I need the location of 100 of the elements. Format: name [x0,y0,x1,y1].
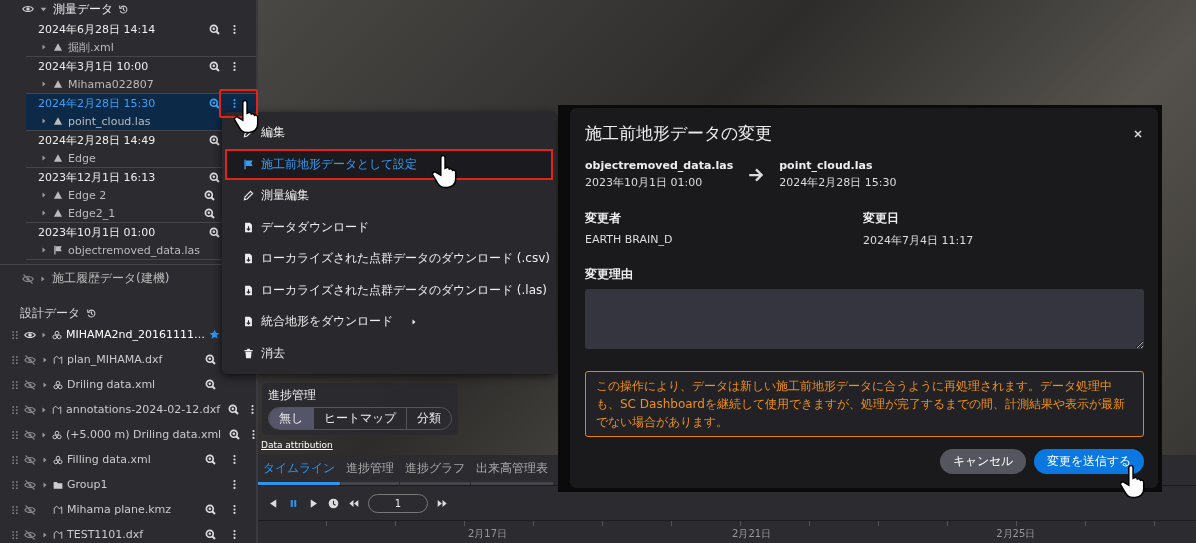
zoom-icon[interactable] [204,354,216,365]
caret-icon[interactable] [40,430,48,439]
design-item[interactable]: Driling data.xml [0,372,256,397]
caret-icon[interactable] [40,480,49,489]
design-item[interactable]: Mihama plane.kmz [0,497,256,522]
menu-item[interactable]: ローカライズされた点群データのダウンロード (.las) [225,274,553,306]
eye-off-icon[interactable] [24,453,36,466]
axis-label: 2月17日 [468,527,508,541]
reverse-play-icon[interactable] [268,497,279,509]
eye-off-icon[interactable] [24,478,36,491]
zoom-icon[interactable] [204,379,216,390]
close-icon[interactable] [1132,127,1144,140]
tab[interactable]: 出来高管理表 [471,455,553,485]
caret-icon[interactable] [40,455,49,464]
play-icon[interactable] [308,497,319,509]
caret-icon[interactable] [40,117,48,125]
history-icon[interactable] [86,307,97,319]
tab[interactable]: 進捗管理 [341,455,399,485]
speed-field[interactable]: 1 [368,493,428,513]
zoom-icon[interactable] [208,23,220,35]
zoom-icon[interactable] [208,97,220,109]
axis-label: 2月25日 [996,527,1036,541]
segment-button[interactable]: ヒートマップ [314,408,407,429]
caret-icon[interactable] [40,530,49,539]
panel-title: 進捗管理 [268,387,317,404]
drag-handle-icon[interactable] [10,404,20,415]
caret-icon[interactable] [40,330,48,339]
drag-handle-icon[interactable] [10,479,20,490]
survey-group[interactable]: 2024年6月28日 14:14 掘削.xml [26,20,256,57]
menu-item[interactable]: 施工前地形データとして設定 [225,148,553,180]
caret-icon[interactable] [40,380,49,389]
eye-off-icon[interactable] [24,428,36,441]
reason-field[interactable] [585,289,1144,349]
drag-handle-icon[interactable] [10,379,20,390]
segment-button[interactable]: 無し [269,408,314,429]
pause-icon[interactable] [288,497,299,509]
history-icon[interactable] [118,3,129,15]
axis-label: 2月21日 [732,527,772,541]
eye-off-icon[interactable] [24,378,36,391]
drag-handle-icon[interactable] [10,354,20,365]
caret-icon[interactable] [40,43,48,51]
design-item[interactable]: Group1 [0,472,256,497]
rewind-icon[interactable] [348,497,359,509]
caret-icon[interactable] [40,209,48,217]
survey-group[interactable]: 2024年2月28日 15:30 point_cloud.las [26,94,256,131]
design-item[interactable]: Filling data.xml [0,447,256,472]
caret-icon[interactable] [40,355,49,364]
design-item[interactable]: annotations-2024-02-12.dxf [0,397,256,422]
star-icon[interactable] [209,329,220,340]
file-date: 2024年2月28日 15:30 [779,175,897,190]
caret-icon[interactable] [40,246,48,254]
zoom-icon[interactable] [208,134,220,146]
eye-off-icon[interactable] [24,403,36,416]
caret-icon[interactable] [39,274,47,283]
eye-off-icon[interactable] [24,353,36,366]
cancel-button[interactable]: キャンセル [940,449,1026,474]
file-name: objectremoved_data.las [68,243,201,257]
caret-icon[interactable] [40,191,48,199]
eye-off-icon[interactable] [22,272,34,285]
drag-handle-icon[interactable] [10,454,20,465]
zoom-icon[interactable] [229,429,241,440]
drag-handle-icon[interactable] [10,429,20,440]
zoom-icon[interactable] [203,207,215,219]
layer-name: MIHAMA2nd_20161111… [66,328,205,341]
drag-handle-icon[interactable] [10,504,20,515]
section-title: 測量データ [53,0,113,18]
field-label: 変更理由 [585,266,634,283]
zoom-icon[interactable] [208,60,220,72]
attribution-link[interactable]: Data attribution [261,440,333,450]
tab[interactable]: 進捗グラフ [400,455,470,485]
caret-icon[interactable] [40,405,48,414]
submit-button[interactable]: 変更を送信する [1034,449,1144,474]
zoom-icon[interactable] [204,454,216,465]
field-label: 変更者 [585,210,622,227]
eye-icon[interactable] [22,3,34,15]
clock-icon[interactable] [328,497,339,509]
design-item[interactable]: (+5.000 m) Driling data.xml [0,422,256,447]
zoom-icon[interactable] [204,529,216,540]
eye-off-icon[interactable] [24,528,36,541]
drag-handle-icon[interactable] [10,329,20,340]
zoom-icon[interactable] [204,504,216,515]
section-title: 施工履歴データ(建機) [52,270,170,287]
zoom-icon[interactable] [203,189,215,201]
layer-name: Group1 [67,478,109,491]
zoom-icon[interactable] [208,171,220,183]
segment-button[interactable]: 分類 [407,408,451,429]
file-name: Edge [68,151,97,165]
survey-date: 2024年2月28日 14:49 [38,132,157,148]
drag-handle-icon[interactable] [10,529,20,540]
menu-item[interactable]: 統合地形をダウンロード [225,306,553,338]
hand-cursor-icon [231,99,260,134]
design-item[interactable]: TEST1101.dxf [0,522,256,543]
zoom-icon[interactable] [228,404,240,415]
caret-icon[interactable] [40,80,48,88]
tab[interactable]: タイムライン [258,455,340,485]
layer-name: Driling data.xml [67,378,157,391]
caret-icon[interactable] [40,154,48,162]
file-name: Mihama022807 [68,77,155,91]
eye-off-icon[interactable] [24,503,36,516]
zoom-icon[interactable] [208,226,220,238]
